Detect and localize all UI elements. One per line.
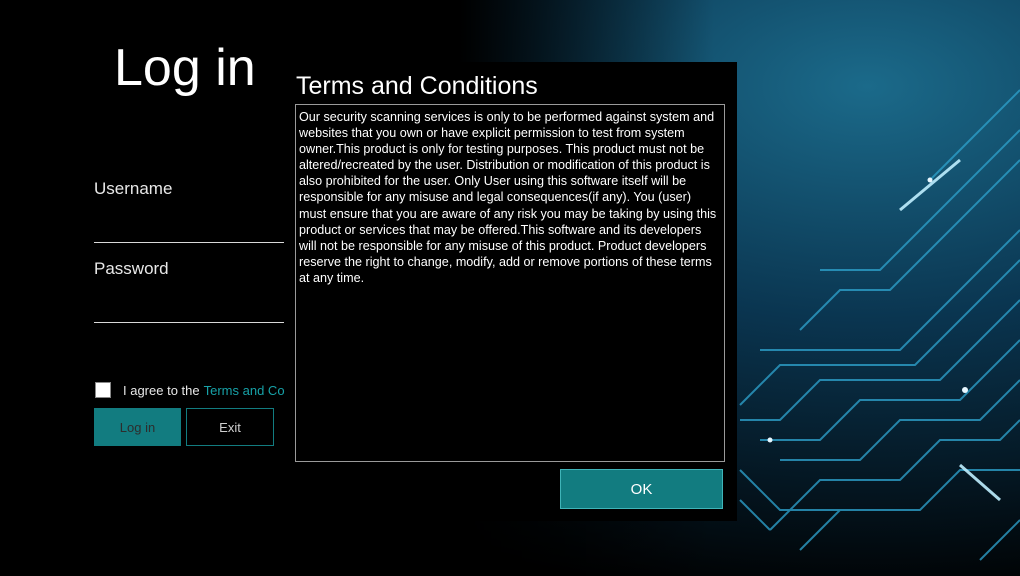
- terms-dialog: Terms and Conditions Our security scanni…: [287, 62, 737, 521]
- agree-text: I agree to the: [123, 382, 200, 398]
- terms-link[interactable]: Terms and Co: [204, 383, 285, 398]
- page-title: Log in: [114, 39, 256, 97]
- password-label: Password: [94, 259, 169, 278]
- password-input[interactable]: [94, 296, 284, 323]
- username-input[interactable]: [94, 216, 284, 243]
- username-label: Username: [94, 179, 173, 198]
- exit-button[interactable]: Exit: [186, 408, 274, 446]
- login-button[interactable]: Log in: [94, 408, 181, 446]
- agree-checkbox[interactable]: [95, 382, 111, 398]
- ok-button[interactable]: OK: [560, 469, 723, 509]
- dialog-title: Terms and Conditions: [296, 72, 538, 100]
- terms-text-box[interactable]: Our security scanning services is only t…: [295, 104, 725, 462]
- agree-row: I agree to the Terms and Co: [95, 381, 285, 399]
